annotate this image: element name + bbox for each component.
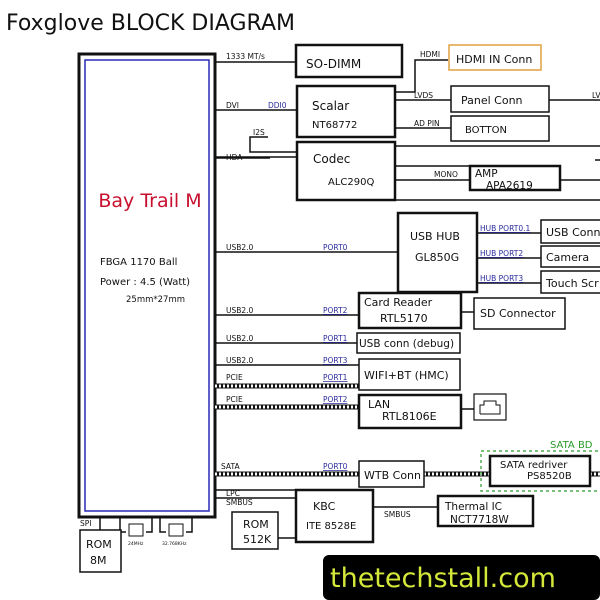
usb-debug-block: USB conn (debug): [356, 332, 461, 354]
svg-text:Panel Conn: Panel Conn: [461, 94, 523, 107]
svg-text:SD Connector: SD Connector: [480, 307, 556, 320]
label-dbg-port: PORT1: [323, 334, 348, 343]
label-sata-bus: SATA: [221, 462, 240, 471]
lan-block: LAN RTL8106E: [357, 393, 463, 430]
label-usb3-port: PORT3: [323, 356, 348, 365]
svg-text:HDMI IN Conn: HDMI IN Conn: [456, 53, 532, 66]
wifi-block: WIFI+BT (HMC): [358, 358, 461, 391]
svg-text:Touch Scr: Touch Scr: [545, 277, 599, 290]
svg-text:8M: 8M: [90, 554, 107, 567]
cpu-package: FBGA 1170 Ball: [100, 257, 177, 268]
rom-512k-block: ROM 512K: [231, 511, 279, 550]
svg-text:Codec: Codec: [313, 152, 350, 166]
svg-text:RTL5170: RTL5170: [380, 312, 428, 325]
watermark-text: thetechstall.com: [330, 563, 556, 594]
label-wifi-bus: PCIE: [226, 373, 243, 382]
label-xtal2: 32.768KHz: [162, 541, 187, 547]
diagram-title: Foxglove BLOCK DIAGRAM: [6, 11, 295, 36]
label-spi: SPI: [80, 519, 92, 528]
label-mem-speed: 1333 MT/s: [226, 52, 265, 61]
svg-text:SATA BD: SATA BD: [550, 440, 593, 451]
watermark: thetechstall.com: [323, 555, 600, 600]
svg-text:ALC290Q: ALC290Q: [328, 177, 374, 188]
svg-text:Camera: Camera: [546, 251, 589, 264]
codec-block: Codec ALC290Q: [295, 140, 397, 202]
panel-conn-block: Panel Conn: [450, 85, 550, 113]
rom-8m-block: ROM 8M: [79, 529, 122, 573]
sata-redriver-block: SATA redriver PS8520B: [488, 454, 592, 488]
label-lvds: LVDS: [414, 91, 433, 100]
svg-text:RTL8106E: RTL8106E: [382, 410, 437, 423]
label-lan-port: PORT2: [323, 395, 348, 404]
label-mono: MONO: [434, 170, 458, 179]
sodimm-block: SO-DIMM: [294, 43, 404, 79]
svg-text:Card Reader: Card Reader: [364, 296, 433, 309]
label-hub-port2: HUB PORT2: [480, 249, 523, 258]
kbc-block: KBC ITE 8528E: [294, 488, 375, 544]
cpu-power: Power : 4.5 (Watt): [100, 277, 190, 288]
block-diagram: Foxglove BLOCK DIAGRAM Bay Trail M FBGA …: [6, 11, 600, 600]
camera-block: Camera: [540, 245, 600, 268]
label-hub-port01: HUB PORT0.1: [480, 224, 530, 233]
label-cr-port: PORT2: [323, 306, 348, 315]
label-lvds-out: LV: [592, 91, 600, 100]
botton-block: BOTTON: [450, 115, 550, 142]
hdmi-in-block: HDMI IN Conn: [448, 44, 542, 71]
scalar-block: Scalar NT68772: [295, 84, 397, 139]
cpu-size: 25mm*27mm: [126, 295, 185, 305]
amp-block: AMP APA2619: [468, 164, 562, 192]
usb-conn-block: USB Conn: [540, 219, 600, 244]
svg-text:ROM: ROM: [243, 518, 269, 531]
label-hdmi: HDMI: [420, 50, 440, 59]
label-hub-port3: HUB PORT3: [480, 274, 523, 283]
svg-text:USB HUB: USB HUB: [410, 230, 460, 243]
svg-text:Thermal IC: Thermal IC: [444, 501, 502, 513]
label-cr-bus: USB2.0: [226, 306, 254, 315]
usb-hub-block: USB HUB GL850G: [396, 211, 479, 294]
svg-text:GL850G: GL850G: [415, 251, 459, 264]
label-usb-hub-port: PORT0: [323, 243, 348, 252]
label-dvi: DVI: [226, 101, 239, 110]
svg-text:BOTTON: BOTTON: [465, 125, 507, 136]
label-dbg-bus: USB2.0: [226, 334, 254, 343]
label-xtal1: 24MHz: [128, 541, 144, 547]
svg-text:KBC: KBC: [313, 500, 336, 513]
label-wifi-port: PORT1: [323, 373, 348, 382]
label-i2s: I2S: [253, 128, 265, 137]
wtb-conn-block: WTB Conn: [358, 460, 425, 488]
sd-connector-block: SD Connector: [473, 297, 566, 330]
svg-text:SO-DIMM: SO-DIMM: [306, 57, 361, 71]
label-ad-pin: AD PIN: [414, 119, 440, 128]
label-usb-hub-bus: USB2.0: [226, 243, 254, 252]
label-smbus: SMBUS: [226, 498, 253, 507]
touch-screen-block: Touch Scr: [540, 270, 600, 294]
label-usb3-bus: USB2.0: [226, 356, 254, 365]
svg-text:ROM: ROM: [86, 538, 112, 551]
label-lan-bus: PCIE: [226, 395, 243, 404]
svg-text:PS8520B: PS8520B: [527, 471, 572, 482]
svg-text:SATA redriver: SATA redriver: [500, 460, 568, 471]
svg-text:USB conn (debug): USB conn (debug): [359, 338, 454, 350]
thermal-ic-block: Thermal IC NCT7718W: [436, 494, 535, 528]
rj45-icon: [473, 393, 507, 421]
svg-text:Scalar: Scalar: [312, 99, 349, 113]
cpu-name: Bay Trail M: [98, 190, 201, 212]
label-hda: HDA: [226, 153, 243, 162]
label-lpc: LPC: [226, 489, 240, 498]
label-smbus2: SMBUS: [384, 510, 411, 519]
svg-text:AMP: AMP: [475, 168, 498, 180]
svg-text:WIFI+BT (HMC): WIFI+BT (HMC): [364, 369, 449, 382]
svg-text:ITE 8528E: ITE 8528E: [306, 521, 356, 532]
svg-text:NT68772: NT68772: [312, 120, 357, 131]
svg-text:NCT7718W: NCT7718W: [450, 514, 509, 526]
cpu-block: Bay Trail M FBGA 1170 Ball Power : 4.5 (…: [77, 52, 217, 519]
svg-text:USB Conn: USB Conn: [546, 226, 600, 239]
card-reader-block: Card Reader RTL5170: [357, 291, 463, 330]
svg-text:512K: 512K: [243, 533, 272, 546]
svg-text:APA2619: APA2619: [486, 180, 533, 192]
label-ddi0: DDI0: [268, 101, 287, 110]
label-sata-port: PORT0: [323, 462, 348, 471]
svg-text:WTB Conn: WTB Conn: [364, 469, 421, 482]
